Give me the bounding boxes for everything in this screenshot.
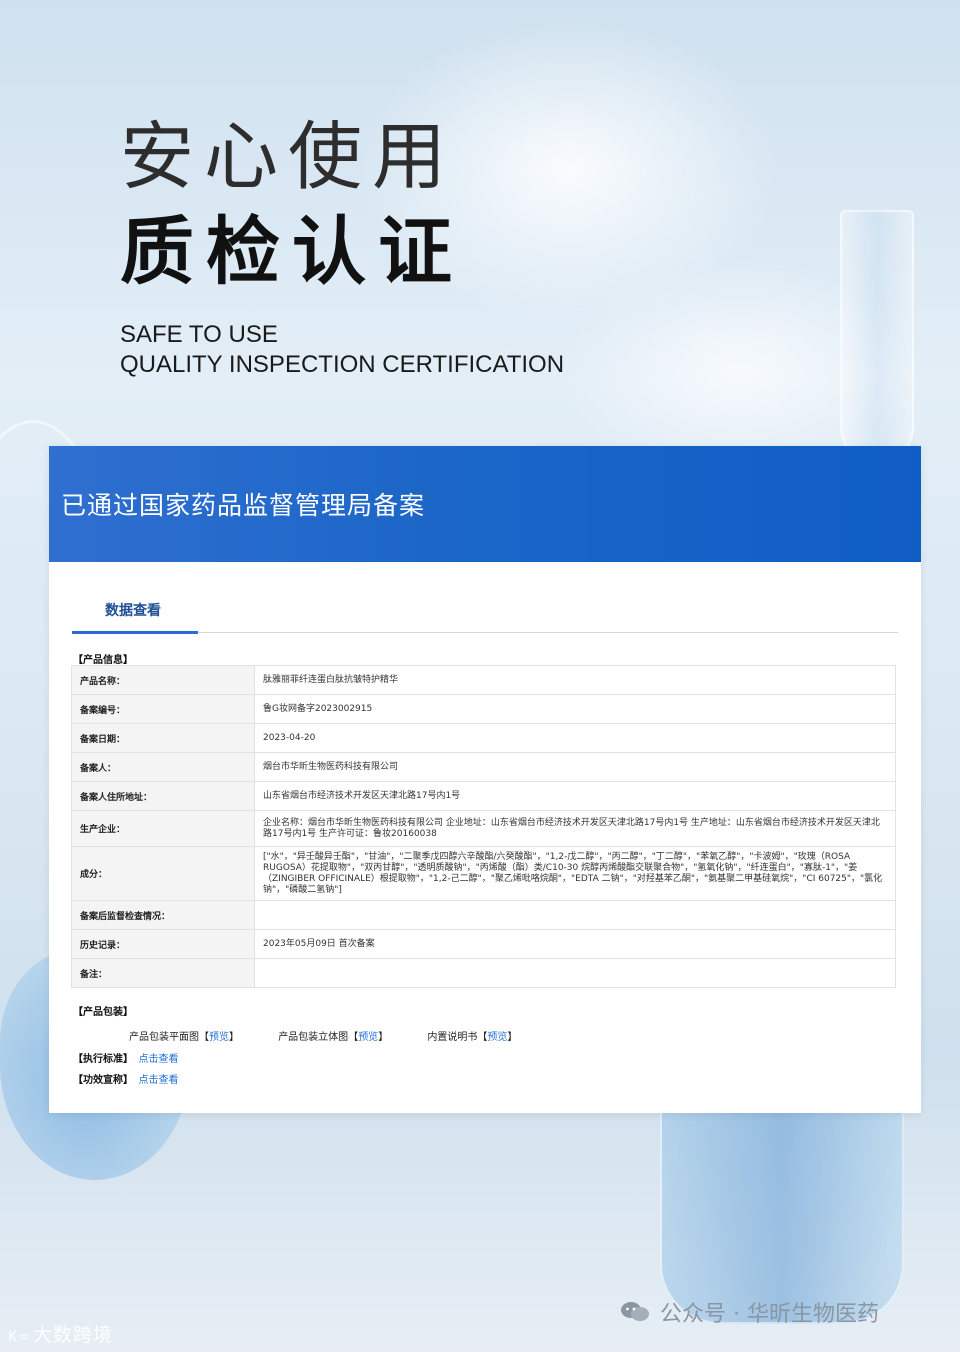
preview-link[interactable]: 预览 xyxy=(209,1032,229,1043)
hero-title-line2: 质检认证 xyxy=(120,209,464,295)
table-row: 成分： ["水"，"异壬酸异壬酯"，"甘油"，"二聚季戊四醇六辛酸酯/六癸酸酯"… xyxy=(71,846,896,901)
packaging-label: 【产品包装】 xyxy=(73,1007,133,1018)
hero-title: 安心使用 质检认证 xyxy=(120,112,464,302)
card-header: 已通过国家药品监督管理局备案 xyxy=(49,446,921,562)
row-key: 备案人： xyxy=(71,752,255,782)
row-value: 企业名称：烟台市华昕生物医药科技有限公司 企业地址：山东省烟台市经济技术开发区天… xyxy=(254,810,896,847)
tab-data-view[interactable]: 数据查看 xyxy=(105,600,161,620)
row-value: 鲁G妆网备字2023002915 xyxy=(254,694,896,724)
standard-row: 【执行标准】 点击查看 xyxy=(73,1050,178,1065)
watermark-logo-icon: K∞ xyxy=(8,1329,31,1345)
table-row: 生产企业： 企业名称：烟台市华昕生物医药科技有限公司 企业地址：山东省烟台市经济… xyxy=(71,810,896,847)
standard-link[interactable]: 点击查看 xyxy=(138,1054,178,1065)
row-value: ["水"，"异壬酸异壬酯"，"甘油"，"二聚季戊四醇六辛酸酯/六癸酸酯"，"1,… xyxy=(254,846,896,901)
row-value: 山东省烟台市经济技术开发区天津北路17号内1号 xyxy=(254,781,896,811)
table-row: 备案后监督检查情况： xyxy=(71,900,896,930)
row-value: 肽雅丽菲纤连蛋白肽抗皱特护精华 xyxy=(254,665,896,695)
table-row: 备案人住所地址： 山东省烟台市经济技术开发区天津北路17号内1号 xyxy=(71,781,896,811)
row-value: 2023-04-20 xyxy=(254,723,896,753)
standard-label: 【执行标准】 xyxy=(73,1054,133,1065)
hero-english-subtitle: SAFE TO USE QUALITY INSPECTION CERTIFICA… xyxy=(120,320,564,380)
watermark-right: 公众号 · 华昕生物医药 xyxy=(620,1296,879,1328)
hero-en-line2: QUALITY INSPECTION CERTIFICATION xyxy=(120,351,565,378)
hero-title-line1: 安心使用 xyxy=(120,114,456,200)
product-info-table: 产品名称： 肽雅丽菲纤连蛋白肽抗皱特护精华 备案编号： 鲁G妆网备字202300… xyxy=(71,665,896,988)
row-key: 备案后监督检查情况： xyxy=(71,900,255,930)
packaging-links: 产品包装平面图【预览】 产品包装立体图【预览】 内置说明书【预览】 xyxy=(129,1028,517,1043)
tab-active-indicator xyxy=(72,631,198,634)
beaker-image xyxy=(660,1100,904,1324)
hero-en-line1: SAFE TO USE xyxy=(120,321,278,348)
row-value xyxy=(254,958,896,988)
table-row: 产品名称： 肽雅丽菲纤连蛋白肽抗皱特护精华 xyxy=(71,665,896,695)
row-key: 备注： xyxy=(71,958,255,988)
packaging-item-name: 内置说明书 xyxy=(427,1032,478,1043)
efficacy-link[interactable]: 点击查看 xyxy=(138,1075,178,1086)
row-key: 备案人住所地址： xyxy=(71,781,255,811)
test-tube-image xyxy=(840,210,914,464)
efficacy-label: 【功效宣称】 xyxy=(73,1075,133,1086)
wechat-icon xyxy=(621,1302,649,1321)
efficacy-row: 【功效宣称】 点击查看 xyxy=(73,1071,178,1086)
card-header-title: 已通过国家药品监督管理局备案 xyxy=(61,491,426,520)
packaging-item: 产品包装立体图【预览】 xyxy=(278,1032,389,1043)
watermark-left-text: 大数跨境 xyxy=(32,1324,113,1346)
packaging-item: 产品包装平面图【预览】 xyxy=(129,1032,239,1043)
row-value xyxy=(254,900,896,930)
registration-card: 已通过国家药品监督管理局备案 数据查看 【产品信息】 产品名称： 肽雅丽菲纤连蛋… xyxy=(49,446,921,1113)
packaging-item-name: 产品包装立体图 xyxy=(278,1032,349,1043)
row-key: 备案日期： xyxy=(71,723,255,753)
preview-link[interactable]: 预览 xyxy=(358,1032,378,1043)
table-row: 历史记录： 2023年05月09日 首次备案 xyxy=(71,929,896,959)
row-key: 备案编号： xyxy=(71,694,255,724)
product-info-label: 【产品信息】 xyxy=(73,655,133,666)
packaging-item: 内置说明书【预览】 xyxy=(427,1032,518,1043)
packaging-item-name: 产品包装平面图 xyxy=(129,1032,199,1043)
table-row: 备案编号： 鲁G妆网备字2023002915 xyxy=(71,694,896,724)
row-value: 烟台市华昕生物医药科技有限公司 xyxy=(254,752,896,782)
row-key: 历史记录： xyxy=(71,929,255,959)
preview-link[interactable]: 预览 xyxy=(487,1032,507,1043)
row-key: 成分： xyxy=(71,846,255,901)
watermark-right-text: 公众号 · 华昕生物医药 xyxy=(660,1302,879,1327)
table-row: 备注： xyxy=(71,958,896,988)
row-value: 2023年05月09日 首次备案 xyxy=(254,929,896,959)
row-key: 生产企业： xyxy=(71,810,255,847)
table-row: 备案人： 烟台市华昕生物医药科技有限公司 xyxy=(71,752,896,782)
row-key: 产品名称： xyxy=(71,665,255,695)
table-row: 备案日期： 2023-04-20 xyxy=(71,723,896,753)
watermark-left: K∞ 大数跨境 xyxy=(8,1320,113,1347)
